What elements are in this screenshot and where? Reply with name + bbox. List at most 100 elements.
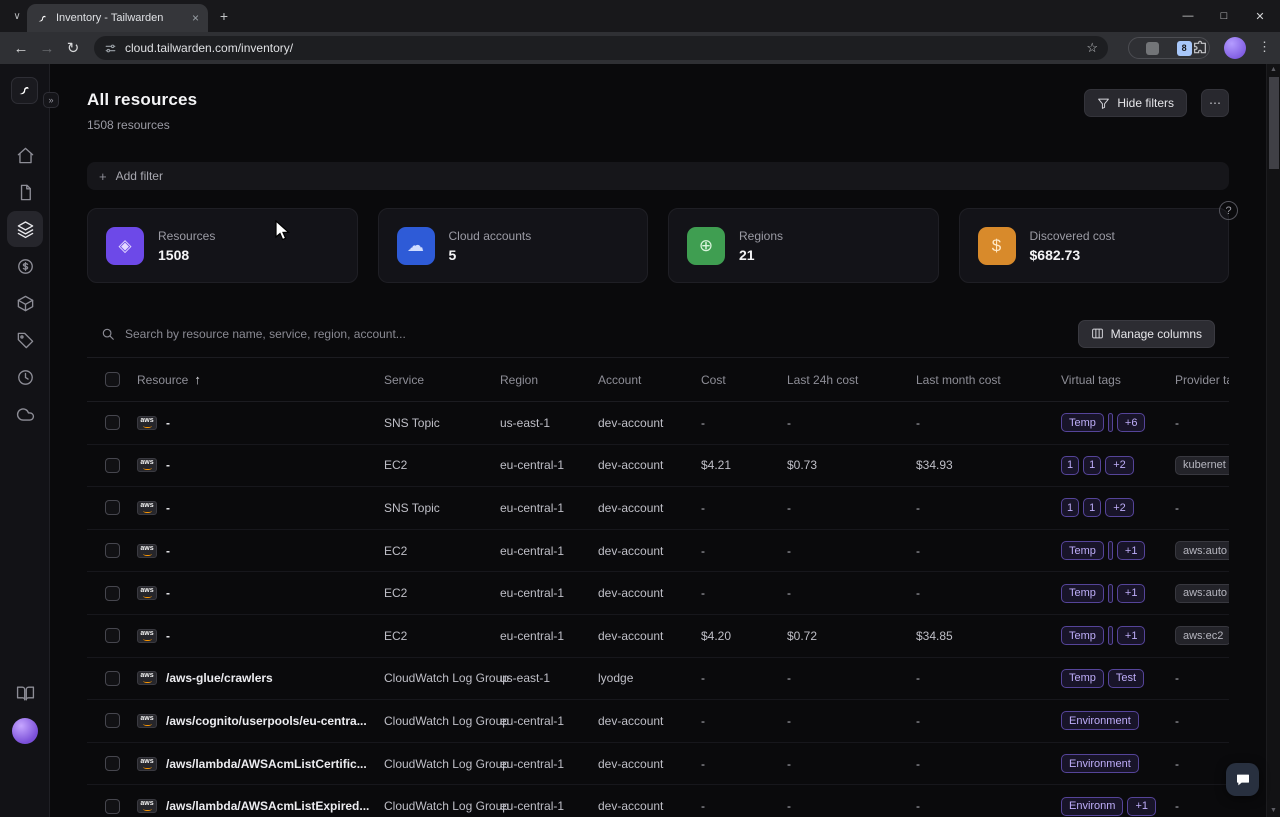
extension-icon[interactable] bbox=[1146, 41, 1160, 55]
row-checkbox[interactable] bbox=[105, 500, 120, 516]
search-input[interactable] bbox=[125, 326, 1068, 341]
virtual-tag[interactable]: Test bbox=[1107, 668, 1145, 688]
col-provider-tags[interactable]: Provider tags bbox=[1175, 373, 1229, 387]
virtual-tag-more[interactable]: +2 bbox=[1105, 455, 1134, 475]
scroll-up-arrow-icon[interactable]: ▲ bbox=[1267, 64, 1280, 76]
table-row[interactable]: aws - EC2 eu-central-1 dev-account $4.21 … bbox=[87, 445, 1229, 488]
sidebar-item-reports[interactable] bbox=[7, 174, 43, 210]
sidebar-item-resources[interactable] bbox=[7, 285, 43, 321]
virtual-tag[interactable]: 1 bbox=[1061, 498, 1080, 518]
page-scrollbar[interactable]: ▲ ▼ bbox=[1266, 64, 1280, 817]
table-row[interactable]: aws/aws/lambda/AWSAcmListExpired... Clou… bbox=[87, 785, 1229, 817]
resource-name[interactable]: - bbox=[166, 416, 170, 430]
virtual-tag-more[interactable]: +6 bbox=[1116, 413, 1146, 433]
virtual-tag[interactable]: Environment bbox=[1061, 754, 1139, 774]
hide-filters-button[interactable]: Hide filters bbox=[1084, 89, 1187, 117]
col-resource[interactable]: Resource ↑ bbox=[137, 372, 384, 387]
sidebar-item-cloud[interactable] bbox=[7, 396, 43, 432]
resource-name[interactable]: /aws/lambda/AWSAcmListExpired... bbox=[166, 799, 369, 813]
virtual-tag[interactable]: 1 bbox=[1083, 498, 1102, 518]
virtual-tag[interactable]: Environment bbox=[1061, 711, 1139, 731]
virtual-tag[interactable]: Temp bbox=[1061, 583, 1104, 603]
back-button[interactable]: ← bbox=[8, 40, 34, 57]
table-row[interactable]: aws/aws/cognito/userpools/eu-centra... C… bbox=[87, 700, 1229, 743]
virtual-tag-truncated[interactable] bbox=[1107, 413, 1113, 433]
browser-profile-avatar[interactable] bbox=[1224, 37, 1246, 59]
extension-badge-icon[interactable]: 8 bbox=[1176, 40, 1192, 56]
row-checkbox[interactable] bbox=[105, 543, 120, 559]
col-last-month-cost[interactable]: Last month cost bbox=[916, 373, 1061, 387]
chat-launcher-button[interactable] bbox=[1226, 763, 1259, 796]
resource-name[interactable]: - bbox=[166, 458, 170, 472]
virtual-tag[interactable]: Temp bbox=[1061, 668, 1104, 688]
window-close-button[interactable]: ✕ bbox=[1240, 0, 1280, 32]
row-checkbox[interactable] bbox=[105, 415, 120, 431]
sidebar-item-alerts[interactable] bbox=[7, 359, 43, 395]
browser-tab[interactable]: Inventory - Tailwarden × bbox=[27, 4, 208, 32]
scroll-down-arrow-icon[interactable]: ▼ bbox=[1267, 805, 1280, 817]
row-checkbox[interactable] bbox=[105, 670, 120, 686]
url-text[interactable]: cloud.tailwarden.com/inventory/ bbox=[125, 41, 293, 55]
virtual-tag[interactable]: 1 bbox=[1083, 455, 1102, 475]
col-service[interactable]: Service bbox=[384, 373, 500, 387]
browser-menu-icon[interactable]: ⋮ bbox=[1258, 39, 1271, 55]
table-row[interactable]: aws - SNS Topic us-east-1 dev-account - -… bbox=[87, 402, 1229, 445]
row-checkbox[interactable] bbox=[105, 713, 120, 729]
virtual-tag-more[interactable]: +1 bbox=[1116, 541, 1146, 561]
table-row[interactable]: aws/aws/lambda/AWSAcmListCertific... Clo… bbox=[87, 743, 1229, 786]
virtual-tag[interactable]: Temp bbox=[1061, 626, 1104, 646]
col-region[interactable]: Region bbox=[500, 373, 598, 387]
col-cost[interactable]: Cost bbox=[701, 373, 787, 387]
reload-button[interactable]: ↻ bbox=[60, 39, 86, 57]
table-row[interactable]: aws/aws-glue/crawlers CloudWatch Log Gro… bbox=[87, 658, 1229, 701]
virtual-tag-more[interactable]: +1 bbox=[1116, 626, 1146, 646]
row-checkbox[interactable] bbox=[105, 756, 120, 772]
window-minimize-button[interactable]: — bbox=[1168, 0, 1208, 32]
resource-name[interactable]: - bbox=[166, 586, 170, 600]
col-virtual-tags[interactable]: Virtual tags bbox=[1061, 373, 1175, 387]
virtual-tag-more[interactable]: +1 bbox=[1127, 796, 1157, 816]
tailwarden-logo[interactable] bbox=[11, 77, 38, 104]
more-options-button[interactable]: ⋯ bbox=[1201, 89, 1229, 117]
resource-name[interactable]: /aws-glue/crawlers bbox=[166, 671, 273, 685]
row-checkbox[interactable] bbox=[105, 628, 120, 644]
table-row[interactable]: aws - EC2 eu-central-1 dev-account $4.20 … bbox=[87, 615, 1229, 658]
virtual-tag[interactable]: Environm bbox=[1061, 796, 1124, 816]
resource-name[interactable]: /aws/lambda/AWSAcmListCertific... bbox=[166, 757, 367, 771]
sidebar-item-costs[interactable] bbox=[7, 248, 43, 284]
row-checkbox[interactable] bbox=[105, 457, 120, 473]
help-button[interactable]: ? bbox=[1219, 201, 1238, 220]
virtual-tag-truncated[interactable] bbox=[1107, 541, 1113, 561]
virtual-tag[interactable]: Temp bbox=[1061, 541, 1104, 561]
table-row[interactable]: aws - EC2 eu-central-1 dev-account - - - … bbox=[87, 530, 1229, 573]
site-info-icon[interactable] bbox=[104, 42, 117, 55]
bookmark-star-icon[interactable]: ☆ bbox=[1086, 40, 1098, 56]
tab-close-icon[interactable]: × bbox=[192, 11, 199, 25]
user-avatar[interactable] bbox=[12, 718, 38, 744]
new-tab-button[interactable]: + bbox=[215, 7, 233, 25]
select-all-checkbox[interactable] bbox=[105, 372, 120, 387]
col-account[interactable]: Account bbox=[598, 373, 701, 387]
table-row[interactable]: aws - SNS Topic eu-central-1 dev-account … bbox=[87, 487, 1229, 530]
tab-search-icon[interactable]: ∨ bbox=[8, 7, 26, 25]
extensions-puzzle-icon[interactable] bbox=[1192, 40, 1208, 56]
virtual-tag[interactable]: Temp bbox=[1061, 413, 1104, 433]
address-bar[interactable]: cloud.tailwarden.com/inventory/ ☆ bbox=[94, 36, 1108, 60]
resource-name[interactable]: - bbox=[166, 501, 170, 515]
resource-name[interactable]: /aws/cognito/userpools/eu-centra... bbox=[166, 714, 367, 728]
sidebar-item-tags[interactable] bbox=[7, 322, 43, 358]
virtual-tag-more[interactable]: +2 bbox=[1105, 498, 1134, 518]
sidebar-item-inventory[interactable] bbox=[7, 211, 43, 247]
sidebar-expand-button[interactable]: » bbox=[43, 92, 59, 108]
window-maximize-button[interactable]: □ bbox=[1204, 0, 1244, 32]
row-checkbox[interactable] bbox=[105, 585, 120, 601]
resource-name[interactable]: - bbox=[166, 629, 170, 643]
virtual-tag-more[interactable]: +1 bbox=[1116, 583, 1146, 603]
row-checkbox[interactable] bbox=[105, 798, 120, 814]
provider-tag[interactable]: aws:auto bbox=[1175, 541, 1229, 561]
provider-tag[interactable]: aws:ec2 bbox=[1175, 626, 1229, 646]
provider-tag[interactable]: aws:auto bbox=[1175, 583, 1229, 603]
virtual-tag-truncated[interactable] bbox=[1107, 626, 1113, 646]
provider-tag[interactable]: kubernet bbox=[1175, 455, 1229, 475]
virtual-tag-truncated[interactable] bbox=[1107, 583, 1113, 603]
